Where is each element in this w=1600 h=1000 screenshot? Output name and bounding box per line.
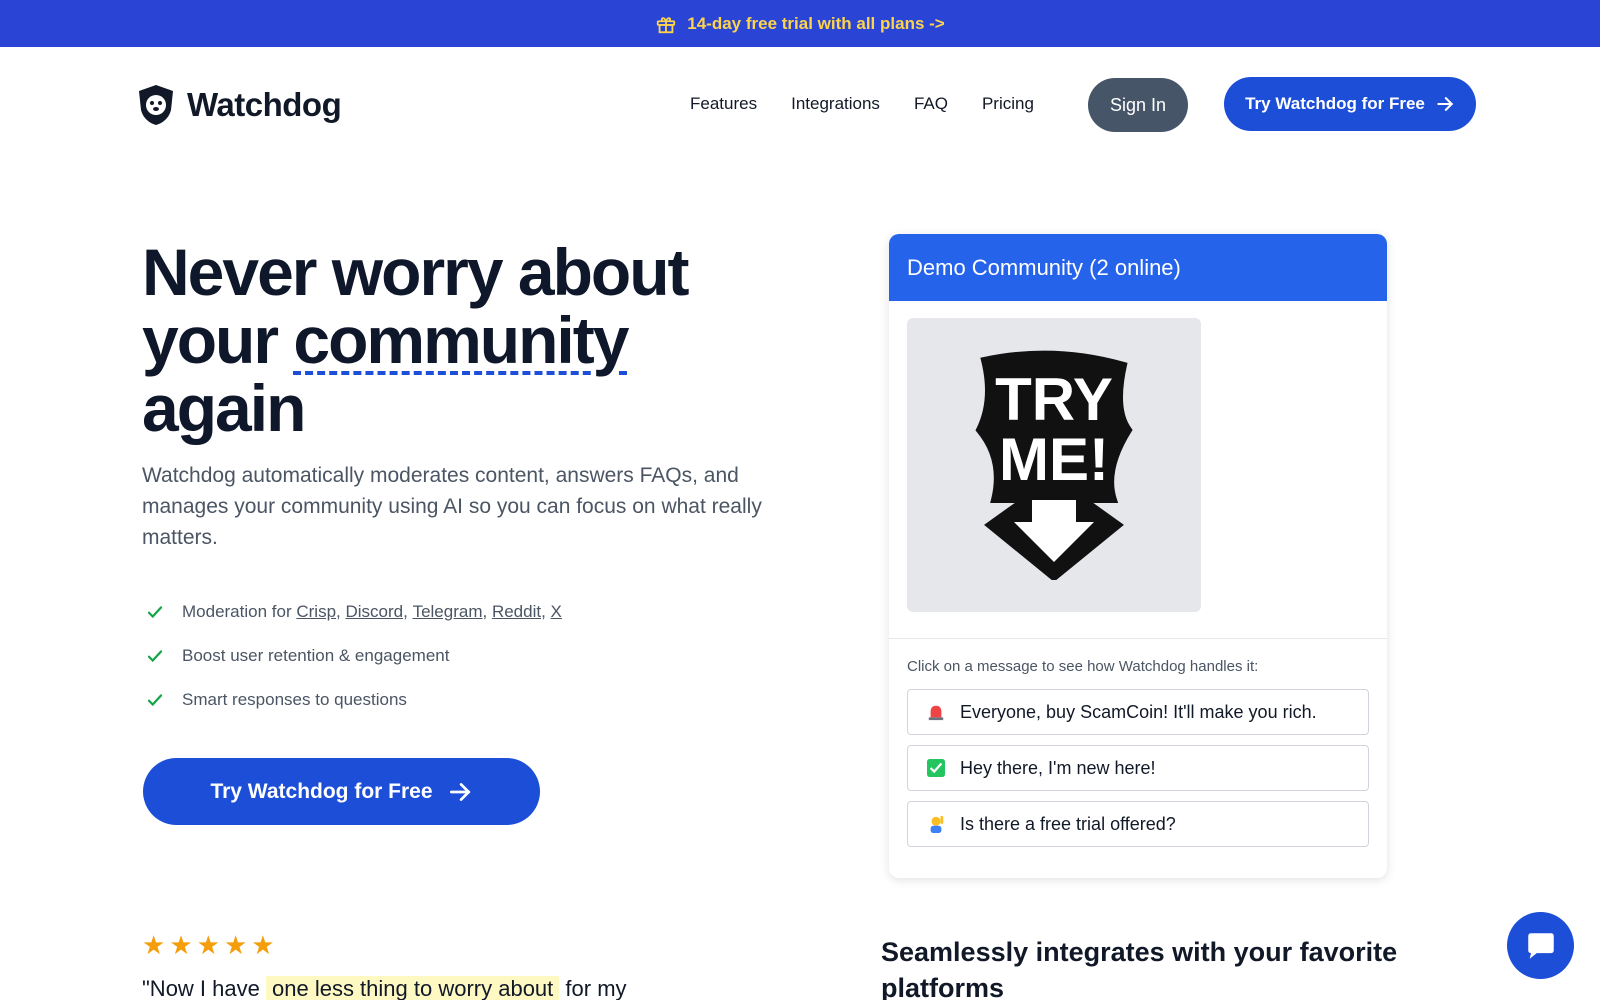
star-icon: ★ (142, 930, 166, 960)
promo-banner-text: 14-day free trial with all plans -> (687, 13, 945, 33)
feature-list: Moderation for Crisp, Discord, Telegram,… (146, 590, 562, 722)
hero-subtitle: Watchdog automatically moderates content… (142, 464, 762, 549)
check-icon (147, 694, 163, 707)
chat-widget-button[interactable] (1507, 912, 1574, 979)
feature-retention: Boost user retention & engagement (182, 646, 450, 665)
demo-message[interactable]: Everyone, buy ScamCoin! It'll make you r… (907, 689, 1369, 735)
hero-title: Never worry about your community again (142, 238, 822, 442)
integrations-heading: Seamlessly integrates with your favorite… (881, 937, 1398, 1000)
platform-link-telegram[interactable]: Telegram (413, 602, 483, 622)
feature-item: Moderation for Crisp, Discord, Telegram,… (146, 590, 562, 634)
feature-item: Smart responses to questions (146, 678, 562, 722)
star-icon: ★ (251, 930, 275, 960)
main-nav: Features Integrations FAQ Pricing (690, 94, 1034, 114)
quote-pre: "Now I have (142, 976, 260, 1000)
brand-logo[interactable]: Watchdog (137, 84, 342, 126)
rating-stars: ★ ★ ★ ★ ★ (142, 932, 275, 958)
quote-highlight: one less thing to worry about (266, 976, 560, 1000)
star-icon: ★ (169, 930, 193, 960)
demo-header: Demo Community (2 online) (889, 234, 1387, 301)
brand-name: Watchdog (187, 86, 342, 123)
hero-title-line3: again (142, 371, 306, 445)
arrow-right-icon (449, 782, 471, 801)
raising-hand-icon (926, 814, 946, 834)
platform-link-crisp[interactable]: Crisp (296, 602, 336, 622)
platform-link-discord[interactable]: Discord (345, 602, 403, 622)
demo-hint: Click on a message to see how Watchdog h… (907, 658, 1259, 675)
try-free-button-hero[interactable]: Try Watchdog for Free (143, 758, 540, 825)
nav-link-faq[interactable]: FAQ (914, 94, 948, 114)
demo-message-text: Hey there, I'm new here! (960, 757, 1156, 778)
check-icon (147, 650, 163, 663)
demo-community-card: Demo Community (2 online) TRY ME! Click … (889, 234, 1387, 878)
star-icon: ★ (196, 930, 220, 960)
nav-link-pricing[interactable]: Pricing (982, 94, 1034, 114)
try-me-text-line1: TRY (995, 366, 1113, 433)
demo-message[interactable]: Hey there, I'm new here! (907, 745, 1369, 791)
demo-message[interactable]: Is there a free trial offered? (907, 801, 1369, 847)
gift-icon (657, 16, 676, 33)
check-icon (147, 606, 163, 619)
quote-post: for my (565, 976, 627, 1000)
shield-dog-icon (139, 85, 173, 125)
try-free-label: Try Watchdog for Free (1245, 94, 1425, 113)
try-me-text-line2: ME! (999, 426, 1109, 493)
testimonial-quote: "Now I have one less thing to worry abou… (142, 976, 627, 1000)
siren-icon (926, 702, 946, 722)
try-free-button-header[interactable]: Try Watchdog for Free (1224, 77, 1476, 131)
feature-item: Boost user retention & engagement (146, 634, 562, 678)
platform-link-x[interactable]: X (551, 602, 562, 622)
nav-link-features[interactable]: Features (690, 94, 757, 114)
demo-message-text: Is there a free trial offered? (960, 813, 1176, 834)
try-me-image: TRY ME! (907, 318, 1201, 612)
hero-title-line1: Never worry about (142, 235, 689, 309)
feature-smart-responses: Smart responses to questions (182, 690, 407, 709)
chat-icon (1527, 932, 1554, 959)
check-mark-icon (926, 758, 946, 778)
hero-title-highlight: community (293, 303, 629, 377)
try-free-label: Try Watchdog for Free (210, 779, 433, 803)
promo-banner[interactable]: 14-day free trial with all plans -> (0, 0, 1600, 47)
hero-title-line2-pre: your (142, 303, 279, 377)
feature-moderation-prefix: Moderation for (182, 602, 292, 621)
arrow-right-icon (1437, 97, 1454, 111)
star-icon: ★ (223, 930, 248, 960)
nav-link-integrations[interactable]: Integrations (791, 94, 880, 114)
try-me-sticker-icon: TRY ME! (975, 350, 1133, 580)
platform-link-reddit[interactable]: Reddit (492, 602, 541, 622)
sign-in-button[interactable]: Sign In (1088, 78, 1188, 132)
demo-message-text: Everyone, buy ScamCoin! It'll make you r… (960, 701, 1317, 722)
divider (889, 638, 1387, 639)
